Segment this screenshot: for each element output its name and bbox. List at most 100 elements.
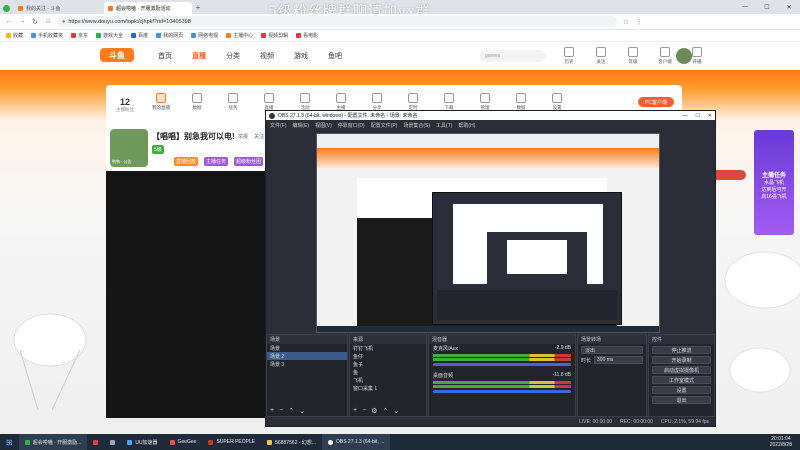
tool-button[interactable]: 我的直播	[148, 93, 174, 111]
close-icon[interactable]: ✕	[778, 0, 800, 14]
extensions-icon[interactable]: ⋮	[635, 18, 643, 26]
taskbar-item[interactable]: OBS 27.1.3 (64-bit, ...	[321, 434, 391, 450]
star-icon[interactable]: ☆	[622, 18, 630, 26]
nav-yuba[interactable]: 鱼吧	[328, 51, 342, 61]
tool-button[interactable]: 分享	[364, 93, 390, 111]
client-button[interactable]: 客户端	[652, 47, 678, 65]
nav-live[interactable]: 直播	[192, 51, 206, 61]
back-icon[interactable]: ←	[5, 18, 13, 25]
menu-help[interactable]: 帮助(H)	[458, 122, 475, 129]
menu-tools[interactable]: 工具(T)	[436, 122, 452, 129]
bookmark-item[interactable]: 京东	[71, 32, 88, 39]
follow-button[interactable]: 关注	[588, 47, 614, 65]
source-item[interactable]: 飞机	[350, 376, 426, 384]
bookmark-item[interactable]: 视频剪辑	[261, 32, 288, 39]
tool-button[interactable]: 任务	[220, 93, 246, 111]
nav-video[interactable]: 视频	[260, 51, 274, 61]
browser-tab[interactable]: 我的关注 - 斗鱼	[14, 2, 102, 14]
virtual-camera-button[interactable]: 启动虚拟摄像机	[652, 366, 711, 374]
source-item[interactable]: 钉钉飞机	[350, 344, 426, 352]
taskbar-item[interactable]: SUPER PEOPLE	[202, 434, 261, 450]
taskbar-item[interactable]: 56887562 - 幻想...	[261, 434, 322, 450]
nav-game[interactable]: 游戏	[294, 51, 308, 61]
close-icon[interactable]: ✕	[708, 113, 712, 119]
tool-button[interactable]: 设置	[544, 93, 570, 111]
add-icon[interactable]: +	[353, 407, 357, 415]
avatar[interactable]	[676, 48, 692, 64]
nav-category[interactable]: 分类	[226, 51, 240, 61]
move-up-icon[interactable]: ⌃	[382, 407, 388, 415]
source-item[interactable]: 窗口采集 1	[350, 384, 426, 392]
tool-button[interactable]: 定时	[400, 93, 426, 111]
menu-view[interactable]: 视图(V)	[315, 122, 332, 129]
bookmark-item[interactable]: 百度	[131, 32, 148, 39]
menu-scene-collection[interactable]: 场景集合(S)	[403, 122, 430, 129]
scene-item[interactable]: 场景 3	[267, 360, 347, 368]
source-item[interactable]: 鱼子	[350, 360, 426, 368]
taskbar-item[interactable]: 超会唠嗑 · 开服激励...	[18, 434, 88, 450]
volume-slider[interactable]	[433, 363, 571, 366]
tool-button[interactable]: 数据	[184, 93, 210, 111]
bookmark-item[interactable]: 看电影	[296, 32, 318, 39]
remove-icon[interactable]: −	[362, 407, 366, 415]
move-down-icon[interactable]: ⌄	[299, 407, 305, 415]
new-tab-button[interactable]: +	[192, 2, 204, 14]
remove-icon[interactable]: −	[279, 407, 283, 415]
maximize-icon[interactable]: ☐	[695, 113, 699, 119]
exit-button[interactable]: 退出	[652, 396, 711, 404]
menu-docks[interactable]: 停靠窗口(D)	[338, 122, 365, 129]
tool-button[interactable]: 活动	[292, 93, 318, 111]
tool-button[interactable]: 管理	[472, 93, 498, 111]
bookmark-item[interactable]: 收藏	[6, 32, 23, 39]
douyu-logo[interactable]: 斗鱼	[100, 48, 134, 62]
bookmark-item[interactable]: 主播中心	[226, 32, 253, 39]
settings-button[interactable]: 设置	[652, 386, 711, 394]
scene-item[interactable]: 场景 2	[267, 352, 347, 360]
bookmark-item[interactable]: 游戏大全	[96, 32, 123, 39]
maximize-icon[interactable]: ☐	[756, 0, 778, 14]
home-icon[interactable]: ⌂	[44, 18, 52, 25]
reload-icon[interactable]: ↻	[31, 18, 39, 26]
transition-select[interactable]: 淡出	[581, 346, 643, 354]
forward-icon[interactable]: →	[18, 18, 26, 25]
follow-link[interactable]: 关注	[254, 133, 264, 140]
minimize-icon[interactable]: —	[734, 0, 756, 14]
taskbar-item[interactable]: UU加速器	[121, 434, 163, 450]
url-field[interactable]: ● https://www.douyu.com/topic/cjhpkf?rid…	[57, 16, 617, 27]
menu-edit[interactable]: 编辑(E)	[292, 122, 309, 129]
report-link[interactable]: 举报	[238, 133, 248, 140]
duration-field[interactable]: 300 ms	[594, 356, 643, 364]
promo-banner[interactable]: 主播任务 水晶飞机 达到后可开 启16强飞机	[754, 130, 794, 235]
source-item[interactable]: 鱼仔	[350, 352, 426, 360]
minimize-icon[interactable]: —	[682, 113, 687, 119]
level-button[interactable]: 等级	[620, 47, 646, 65]
start-button[interactable]: ⊞	[0, 434, 19, 450]
taskbar-item[interactable]	[104, 434, 121, 450]
nav-home[interactable]: 首页	[158, 51, 172, 61]
tool-button[interactable]: 下载	[436, 93, 462, 111]
browser-tab-active[interactable]: 超会唠嗑 · 开服激励活动	[104, 2, 192, 14]
menu-profile[interactable]: 配置文件(P)	[371, 122, 398, 129]
obs-window[interactable]: OBS 27.1.3 (64-bit, windows) - 配置文件: 未命名…	[265, 110, 716, 427]
stop-streaming-button[interactable]: 停止推流	[652, 346, 711, 354]
taskbar-item[interactable]	[87, 434, 104, 450]
obs-preview[interactable]	[316, 133, 660, 333]
start-recording-button[interactable]: 开始录制	[652, 356, 711, 364]
douyu-search[interactable]: garees	[480, 50, 546, 62]
bookmark-item[interactable]: 手机收藏夹	[31, 32, 63, 39]
volume-slider[interactable]	[433, 390, 571, 393]
source-item[interactable]: 鱼	[350, 368, 426, 376]
tool-button[interactable]: 主播	[328, 93, 354, 111]
tag-replay[interactable]: 直播回放	[174, 157, 199, 166]
bookmark-item[interactable]: 网络电视	[191, 32, 218, 39]
tool-button[interactable]: 直播	[256, 93, 282, 111]
taskbar-item[interactable]: GeeGee	[164, 434, 203, 450]
pc-client-button[interactable]: PC客户端	[638, 97, 674, 107]
bookmark-item[interactable]: 我的网页	[156, 32, 183, 39]
scene-item[interactable]: 场景	[267, 344, 347, 352]
add-icon[interactable]: +	[270, 407, 274, 415]
system-clock[interactable]: 20:01:04 2022/8/28	[770, 436, 800, 448]
tag-task[interactable]: 主播任务	[204, 157, 229, 166]
gear-icon[interactable]: ⚙	[371, 407, 377, 415]
menu-file[interactable]: 文件(F)	[270, 122, 286, 129]
